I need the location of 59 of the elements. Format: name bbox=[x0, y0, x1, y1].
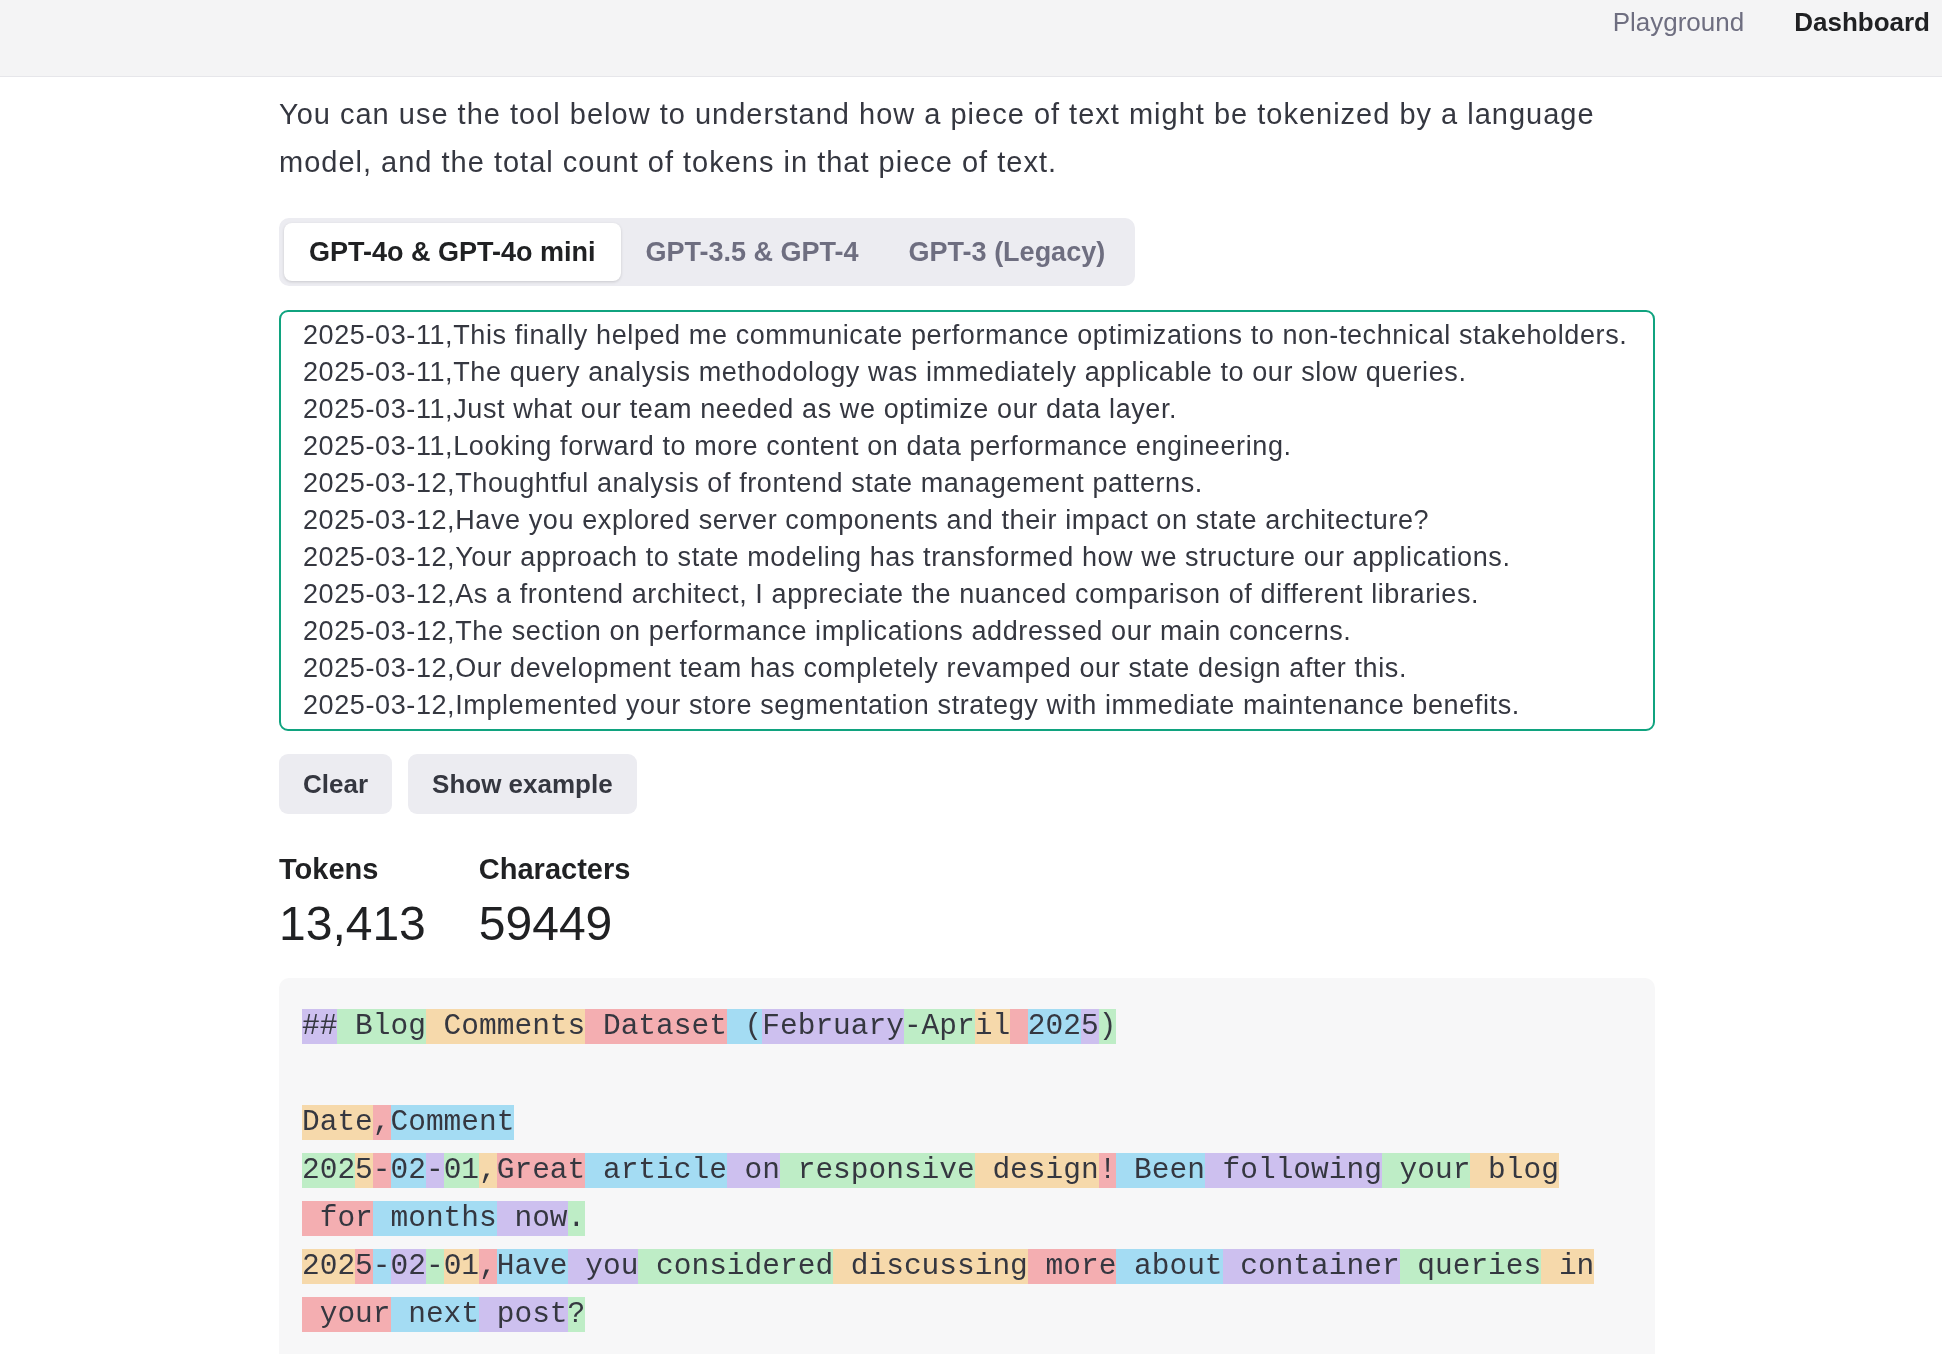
token: ## bbox=[302, 1008, 338, 1044]
token: next bbox=[390, 1296, 480, 1332]
token: about bbox=[1116, 1248, 1223, 1284]
token: 02 bbox=[390, 1152, 426, 1188]
token: 01 bbox=[443, 1152, 480, 1188]
token: 01 bbox=[443, 1248, 480, 1284]
token: 202 bbox=[302, 1248, 356, 1284]
token: Comments bbox=[425, 1008, 586, 1044]
token: considered bbox=[638, 1248, 834, 1284]
token: more bbox=[1027, 1248, 1117, 1284]
token: your bbox=[302, 1296, 391, 1332]
token: following bbox=[1204, 1152, 1382, 1188]
token: discussing bbox=[833, 1248, 1028, 1284]
token: design bbox=[974, 1152, 1099, 1188]
token: Date bbox=[302, 1104, 373, 1140]
token: Been bbox=[1116, 1152, 1205, 1188]
token: responsive bbox=[780, 1152, 975, 1188]
token: in bbox=[1541, 1248, 1595, 1284]
token: . bbox=[567, 1200, 586, 1236]
token: February bbox=[762, 1008, 904, 1044]
token: Great bbox=[496, 1152, 586, 1188]
token: 202 bbox=[1027, 1008, 1081, 1044]
intro-text: You can use the tool below to understand how a piece of text might be tokenized by a language model, and the total count of tokens in that piece of text. bbox=[279, 97, 1596, 180]
token: 02 bbox=[390, 1248, 426, 1284]
token: Dataset bbox=[585, 1008, 727, 1044]
tab[interactable]: GPT-4o & GPT-4o mini bbox=[284, 223, 621, 281]
token: you bbox=[567, 1248, 639, 1284]
text-input[interactable]: 2025-03-11,This finally helped me communicate performance optimizations to non-technical stakeholders. 2025-03-11,The query analysis methodology was immediately applicable to our slow queries. 2025-03-11,Just what our team needed as we optimize our data layer. 2025-03-11,Looking forward to more content on data performance engineering. 2025-03-12,Thoughtful analysis of frontend state management patterns. 2025-03-12,Have you explored server components and their impact on state architecture? 2025-03-12,Your approach to state modeling has transformed how we structure our applications. 2025-03-12,As a frontend architect, I appreciate the nuanced comparison of different libraries. 2025-03-12,The section on performance implications addressed our main concerns. 2025-03-12,Our development team has completely revamped our state design after this. 2025-03-12,Implemented your store segmentation strategy with immediate maintenance benefits. bbox=[279, 310, 1655, 731]
token: 5 bbox=[355, 1152, 373, 1188]
tab[interactable]: GPT-3 (Legacy) bbox=[883, 223, 1131, 281]
token: months bbox=[372, 1200, 497, 1236]
action-button[interactable]: Clear bbox=[279, 754, 393, 814]
stat-value: 59449 bbox=[478, 896, 614, 952]
token: your bbox=[1381, 1152, 1471, 1188]
token: article bbox=[585, 1152, 727, 1188]
token: 202 bbox=[302, 1152, 356, 1188]
token: for bbox=[302, 1200, 373, 1236]
nav-link[interactable]: Playground bbox=[1612, 6, 1745, 38]
token: il bbox=[974, 1008, 1011, 1044]
token: Have bbox=[496, 1248, 568, 1284]
token: ( bbox=[726, 1008, 763, 1044]
token: , bbox=[479, 1248, 497, 1284]
stat-label: Tokens bbox=[279, 852, 380, 886]
token: 5 bbox=[355, 1248, 373, 1284]
token: blog bbox=[1470, 1152, 1559, 1188]
stat-label: Characters bbox=[478, 852, 631, 886]
token: on bbox=[726, 1152, 780, 1188]
token: Blog bbox=[337, 1008, 426, 1044]
token: post bbox=[479, 1296, 568, 1332]
tab[interactable]: GPT-3.5 & GPT-4 bbox=[620, 223, 884, 281]
action-button[interactable]: Show example bbox=[408, 754, 637, 814]
token: queries bbox=[1399, 1248, 1542, 1284]
token: container bbox=[1222, 1248, 1400, 1284]
token: now bbox=[496, 1200, 568, 1236]
stat-value: 13,413 bbox=[279, 896, 426, 952]
token: , bbox=[479, 1152, 497, 1188]
token: Comment bbox=[390, 1104, 515, 1140]
token: -Apr bbox=[903, 1008, 975, 1044]
nav-link[interactable]: Dashboard bbox=[1794, 6, 1930, 38]
